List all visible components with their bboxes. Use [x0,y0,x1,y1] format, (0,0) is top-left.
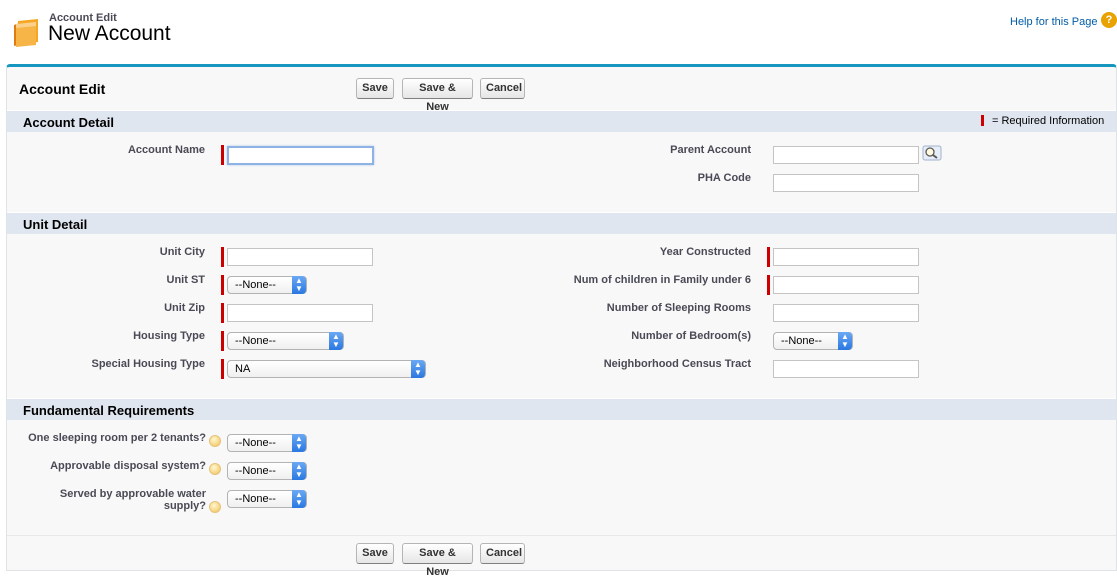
required-legend-bar [981,115,984,126]
account-name-label: Account Name [127,144,205,156]
section-title-fundamental: Fundamental Requirements [23,403,195,418]
disposal-system-question-select[interactable]: --None-- ▲ ▼ [227,462,307,480]
required-indicator [221,303,224,323]
pha-code-label: PHA Code [697,172,751,184]
year-constructed-input[interactable] [773,248,919,266]
info-hint-icon[interactable] [209,463,221,475]
census-tract-label: Neighborhood Census Tract [603,358,751,370]
save-button-bottom[interactable]: Save [356,543,394,564]
special-housing-type-select[interactable]: NA ▲ ▼ [227,360,426,378]
lookup-magnifier-icon[interactable] [922,145,942,161]
bedrooms-select[interactable]: --None-- ▲ ▼ [773,332,853,350]
required-indicator [767,275,770,295]
section-title-unit-detail: Unit Detail [23,217,88,232]
required-indicator [221,145,224,165]
special-housing-type-label: Special Housing Type [91,358,206,370]
info-hint-icon[interactable] [209,435,221,447]
unit-st-select[interactable]: --None-- ▲ ▼ [227,276,307,294]
section-header-unit-detail [7,212,1116,234]
unit-zip-input[interactable] [227,304,373,322]
sleeping-rooms-input[interactable] [773,304,919,322]
save-new-button-bottom[interactable]: Save & New [402,543,473,578]
updown-arrows-icon: ▲ ▼ [292,462,306,480]
block-title: Account Edit [19,81,106,97]
save-button[interactable]: Save [356,78,394,99]
required-legend: = Required Information [992,115,1105,127]
updown-arrows-icon: ▲ ▼ [292,276,306,294]
required-indicator [767,247,770,267]
cancel-button-bottom[interactable]: Cancel [480,543,525,564]
parent-account-label: Parent Account [670,144,751,156]
updown-arrows-icon: ▲ ▼ [411,360,425,378]
children-under-6-label: Num of children in Family under 6 [573,274,751,286]
section-header-account-detail [7,110,1116,132]
required-indicator [221,275,224,295]
unit-city-label: Unit City [159,246,205,258]
unit-city-input[interactable] [227,248,373,266]
bedrooms-label: Number of Bedroom(s) [631,330,751,342]
housing-type-select-value: --None-- [235,335,276,347]
census-tract-input[interactable] [773,360,919,378]
required-indicator [221,247,224,267]
housing-type-select[interactable]: --None-- ▲ ▼ [227,332,344,350]
footer-divider [7,535,1116,536]
help-icon[interactable]: ? [1101,12,1117,28]
parent-account-input[interactable] [773,146,919,164]
housing-type-label: Housing Type [133,330,205,342]
year-constructed-label: Year Constructed [659,246,751,258]
children-under-6-input[interactable] [773,276,919,294]
section-title-account-detail: Account Detail [23,115,115,130]
cancel-button[interactable]: Cancel [480,78,525,99]
sleeping-rooms-label: Number of Sleeping Rooms [606,302,751,314]
water-supply-question-value: --None-- [235,493,276,505]
updown-arrows-icon: ▲ ▼ [329,332,343,350]
water-supply-question-label-line2: supply? [163,500,206,512]
account-name-input[interactable] [227,146,374,165]
updown-arrows-icon: ▲ ▼ [292,434,306,452]
sleeping-room-question-value: --None-- [235,437,276,449]
updown-arrows-icon: ▲ ▼ [838,332,852,350]
save-new-button[interactable]: Save & New [402,78,473,113]
unit-st-select-value: --None-- [235,279,276,291]
help-link[interactable]: Help for this Page [1010,16,1097,28]
sleeping-room-question-select[interactable]: --None-- ▲ ▼ [227,434,307,452]
info-hint-icon[interactable] [209,501,221,513]
bedrooms-select-value: --None-- [781,335,822,347]
unit-zip-label: Unit Zip [164,302,205,314]
pha-code-input[interactable] [773,174,919,192]
disposal-system-question-label: Approvable disposal system? [50,460,206,472]
disposal-system-question-value: --None-- [235,465,276,477]
unit-st-label: Unit ST [166,274,206,286]
required-indicator [221,331,224,351]
updown-arrows-icon: ▲ ▼ [292,490,306,508]
page-title: New Account [48,22,171,45]
water-supply-question-label-line1: Served by approvable water [59,488,206,500]
folder-icon [14,19,38,47]
special-housing-type-select-value: NA [235,363,251,375]
sleeping-room-question-label: One sleeping room per 2 tenants? [28,432,206,444]
water-supply-question-select[interactable]: --None-- ▲ ▼ [227,490,307,508]
required-indicator [221,359,224,379]
